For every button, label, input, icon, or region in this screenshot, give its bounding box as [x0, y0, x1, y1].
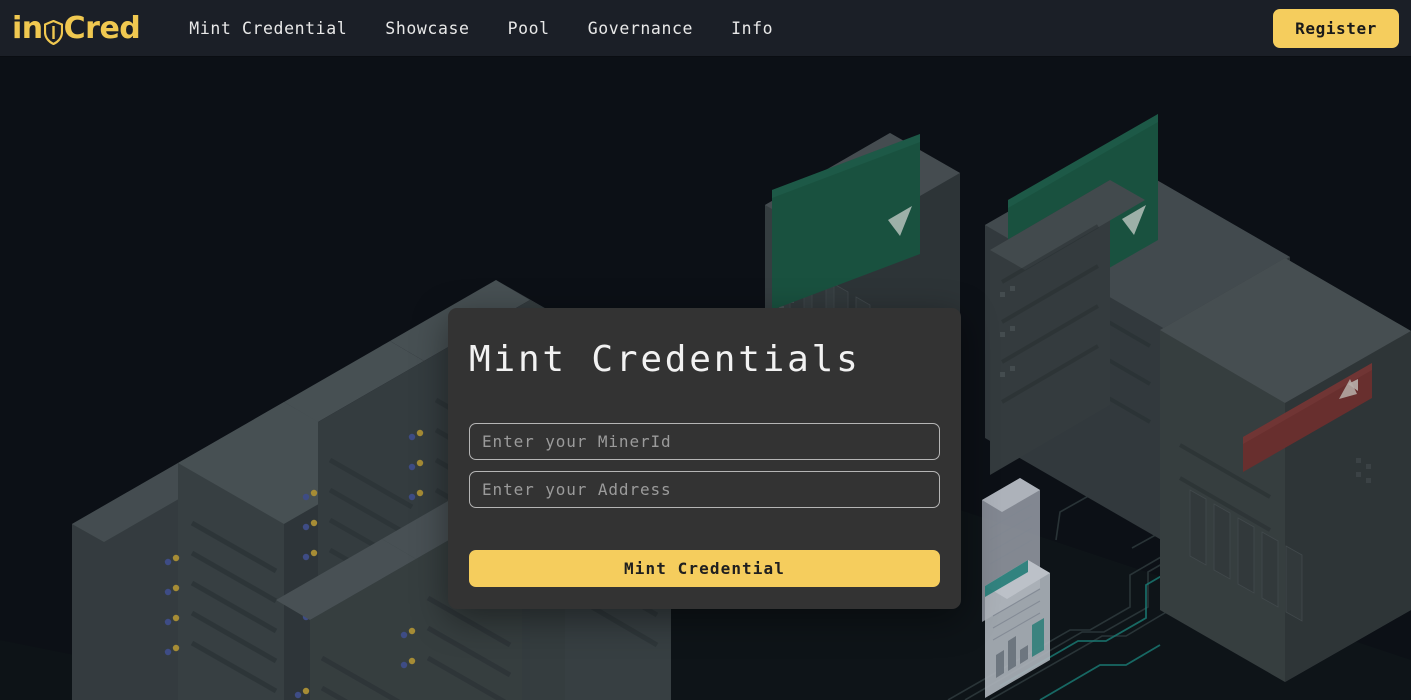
nav-item-info[interactable]: Info [712, 15, 792, 42]
mint-credentials-card: Mint Credentials Mint Credential [448, 308, 961, 609]
nav-item-governance[interactable]: Governance [569, 15, 712, 42]
logo-text-after: Cred [63, 10, 141, 46]
shield-icon [43, 18, 63, 45]
mint-credential-button[interactable]: Mint Credential [469, 550, 940, 587]
register-button[interactable]: Register [1273, 9, 1399, 48]
logo[interactable]: in Cred [12, 10, 141, 46]
miner-id-input[interactable] [469, 423, 940, 460]
nav-links: Mint Credential Showcase Pool Governance… [176, 15, 792, 42]
top-navigation-bar: in Cred Mint Credential Showcase Pool Go… [0, 0, 1411, 57]
nav-item-pool[interactable]: Pool [489, 15, 569, 42]
page-root: in Cred Mint Credential Showcase Pool Go… [0, 0, 1411, 700]
page-title: Mint Credentials [469, 339, 861, 380]
logo-text-before: in [12, 10, 43, 46]
nav-item-showcase[interactable]: Showcase [366, 15, 488, 42]
address-input[interactable] [469, 471, 940, 508]
nav-item-mint-credential[interactable]: Mint Credential [176, 15, 366, 42]
